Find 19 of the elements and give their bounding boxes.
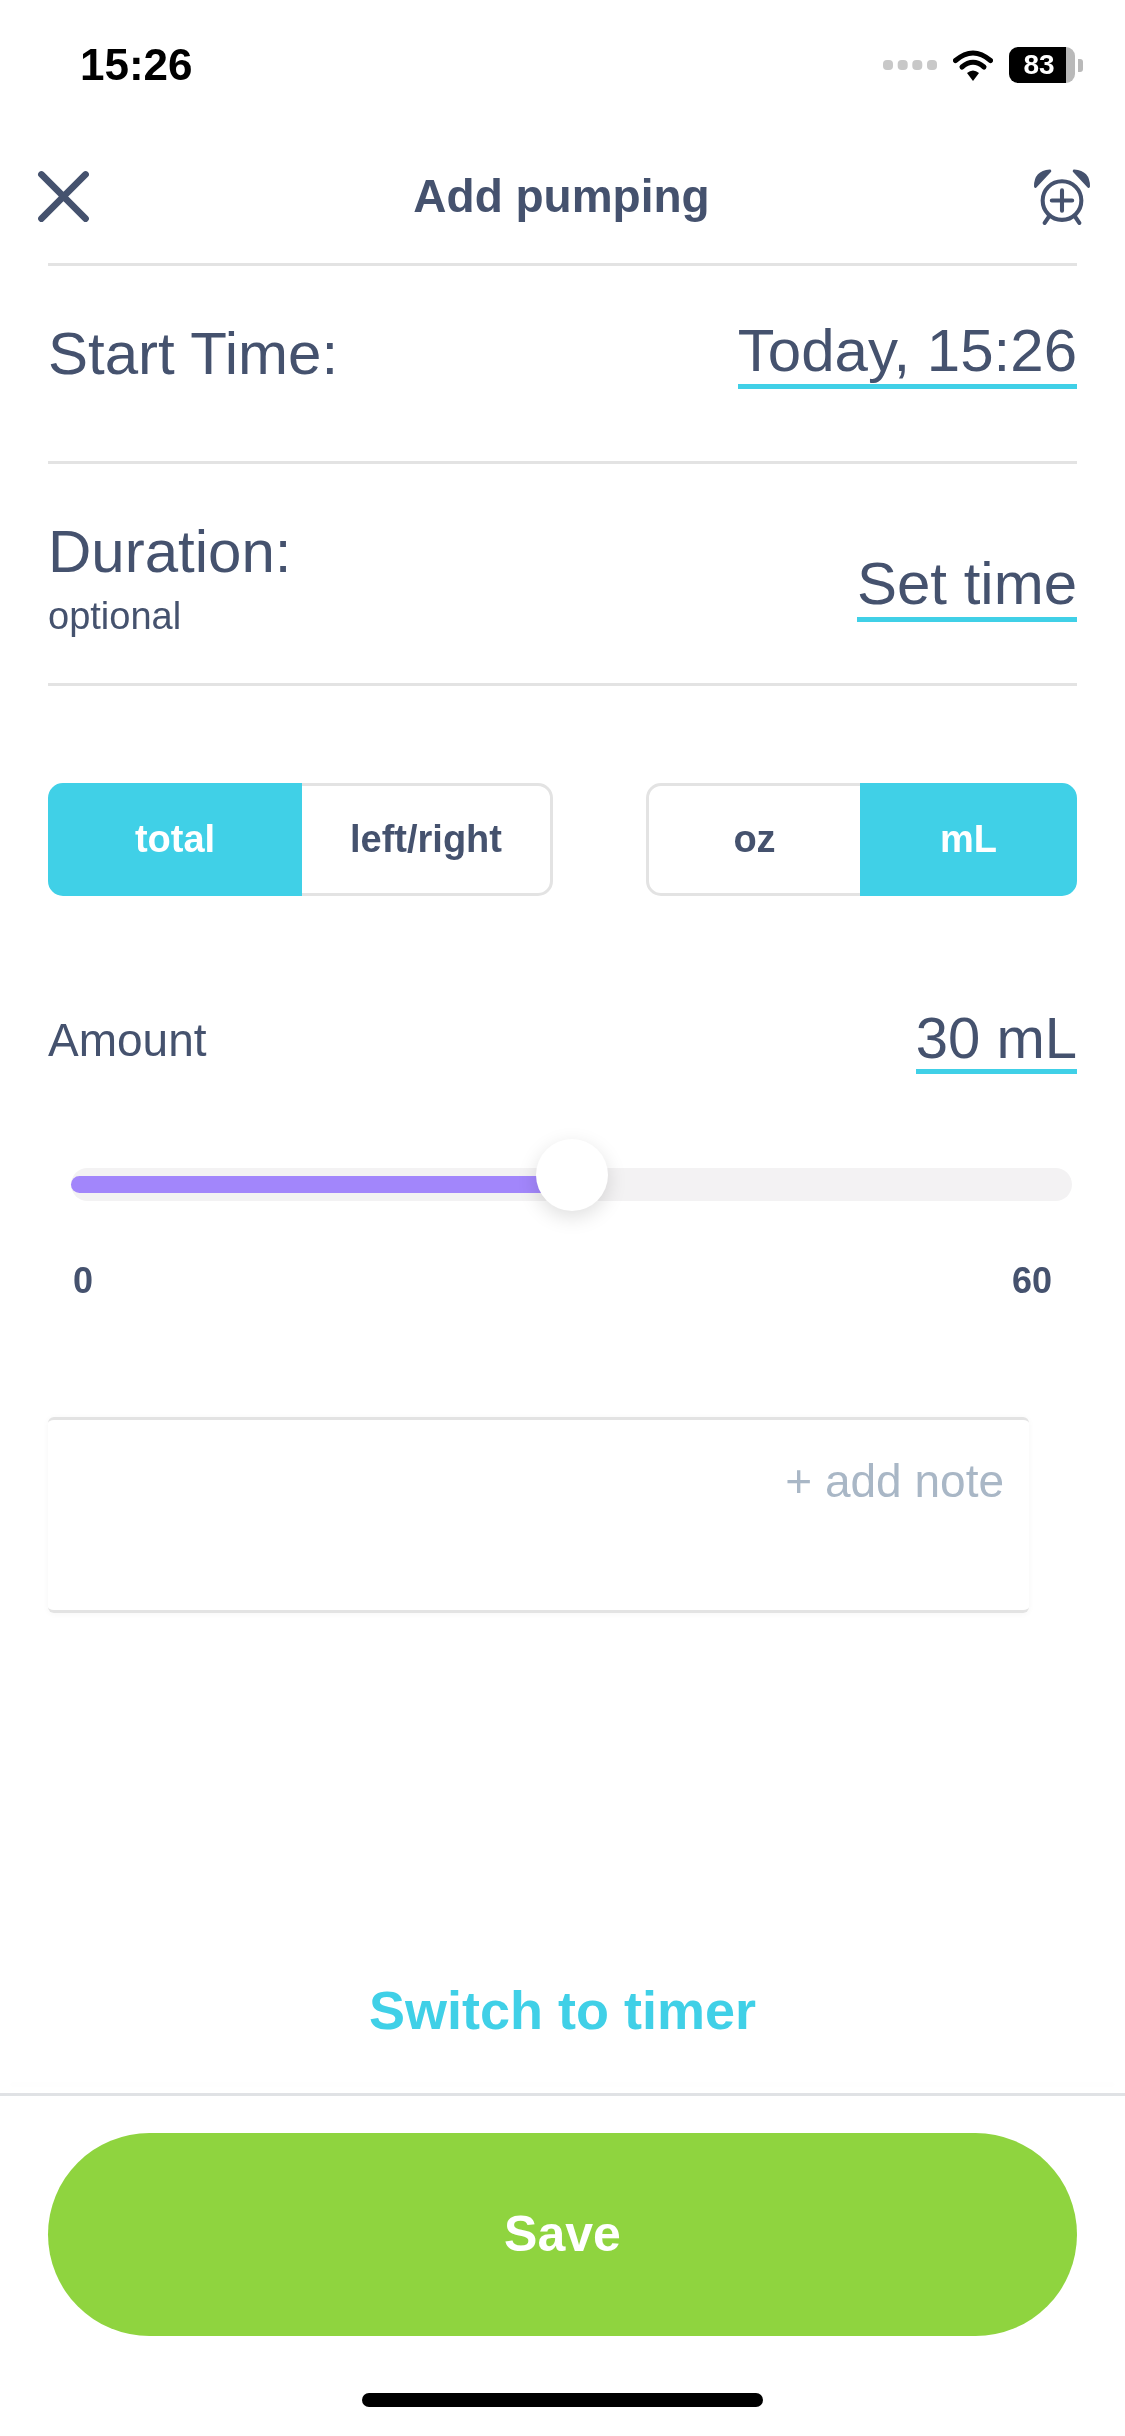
segment-tab[interactable]: left/right: [299, 783, 553, 896]
status-time: 15:26: [80, 43, 193, 87]
field-label: Start Time:: [48, 319, 339, 388]
amount-value-link[interactable]: 30 mL: [915, 1005, 1077, 1075]
field-value-link[interactable]: Today, 15:26: [737, 318, 1077, 389]
slider-track[interactable]: [71, 1139, 1072, 1211]
amount-label: Amount: [48, 1012, 207, 1068]
signal-icon: [883, 60, 937, 70]
close-icon[interactable]: [37, 170, 90, 223]
range-max-label: 60: [1011, 1259, 1052, 1303]
screen-title: Add pumping: [413, 168, 710, 224]
alarm-add-icon[interactable]: [1033, 168, 1091, 225]
field-value-link[interactable]: Set time: [856, 551, 1077, 622]
field-label: Duration:: [48, 517, 292, 587]
battery-indicator: 83: [1009, 47, 1083, 83]
range-min-label: 0: [73, 1259, 94, 1303]
segment-tab[interactable]: oz: [646, 783, 863, 896]
field-hint: optional: [48, 594, 183, 640]
wifi-icon: [953, 48, 993, 82]
